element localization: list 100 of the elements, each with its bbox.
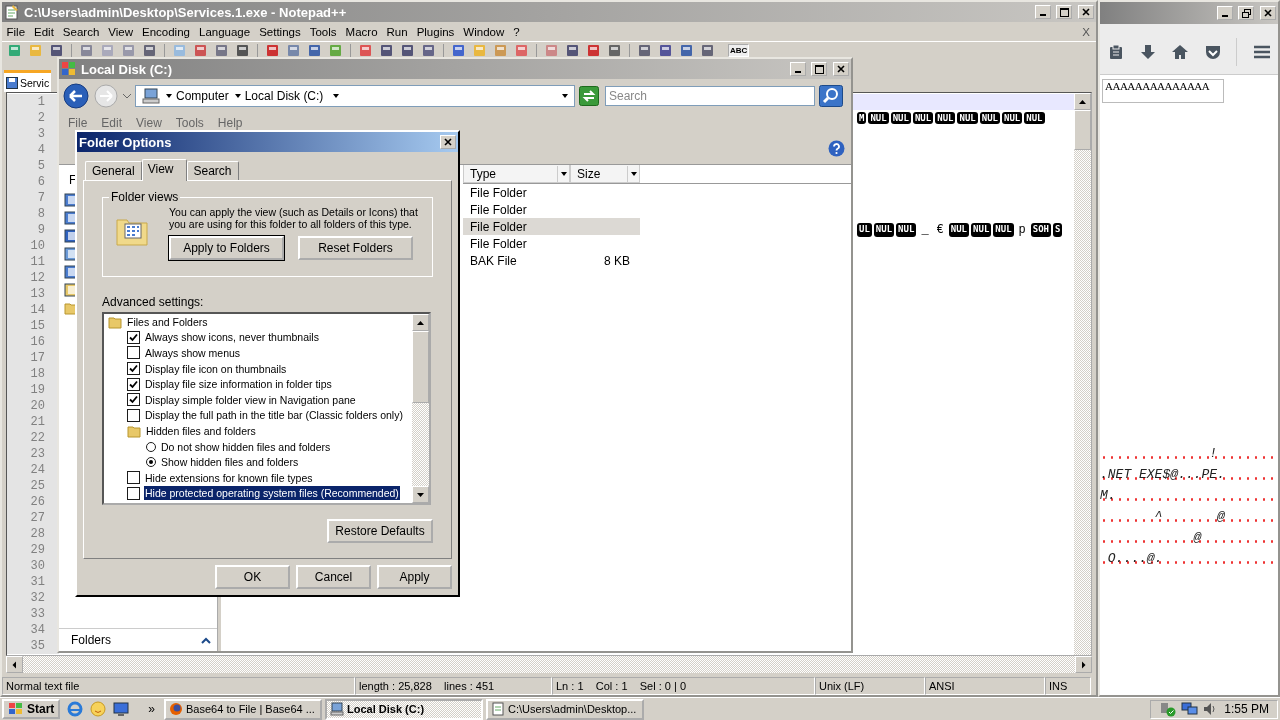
line-number: 4 [7,142,59,158]
menu-item[interactable]: Macro [341,25,383,38]
dialog-button[interactable]: Cancel [296,565,371,589]
setting-label[interactable]: Display file icon on thumbnails [144,361,288,376]
menu-item[interactable]: View [129,115,169,130]
menu-item[interactable]: File [61,115,95,130]
menu-item[interactable]: Tools [305,25,342,38]
menu-item[interactable]: Edit [29,25,59,38]
restore-defaults-button[interactable]: Restore Defaults [327,519,433,543]
spell-check-button[interactable]: ABC [728,44,750,57]
setting-label[interactable]: Display simple folder view in Navigation pane [144,392,357,407]
line-number: 21 [7,414,59,430]
line-number: 23 [7,446,59,462]
text-area[interactable]: AAAAAAAAAAAAAA [1102,79,1224,103]
page-text: O....@. [1106,551,1163,566]
file-row[interactable]: File Folder [463,235,640,252]
taskbar-button[interactable]: Local Disk (C:) [325,698,484,720]
taskbar-button[interactable]: Base64 to File | Base64 ... [164,698,323,720]
file-row[interactable]: File Folder [463,184,640,201]
line-number: 9 [7,222,59,238]
line-number: 6 [7,174,59,190]
setting-label[interactable]: Show hidden files and folders [160,455,300,470]
setting-label[interactable]: Files and Folders [126,314,209,329]
line-number: 11 [7,254,59,270]
control-char-badge: NUL [979,112,1000,124]
control-char-badge: NUL [868,112,889,124]
menu-item[interactable]: Plugins [412,25,459,38]
setting-label[interactable]: Display the full path in the title bar (Classic folders only) [144,408,404,423]
status-text: INS [1045,677,1091,695]
menu-item[interactable]: Settings [254,25,306,38]
setting-label[interactable]: Hide protected operating system files (Recommended) [144,486,400,501]
tab[interactable]: General [85,161,142,180]
menu-item[interactable]: Tools [168,115,211,130]
setting-label[interactable]: Display file size information in folder tips [144,377,333,392]
tab[interactable]: View [141,159,187,181]
menu-item[interactable]: Language [194,25,255,38]
control-char-badge: NUL [1024,112,1045,124]
overflow-chevron[interactable]: » [148,702,156,716]
menu-item[interactable]: Window [458,25,509,38]
file-row[interactable]: File Folder [463,218,640,235]
line-number: 25 [7,478,59,494]
window-title: Local Disk (C:) [81,61,172,77]
line-number: 12 [7,270,59,286]
menu-item[interactable]: Help [210,115,250,130]
tab[interactable]: Search [186,161,239,180]
file-row[interactable]: File Folder [463,201,640,218]
line-number: 34 [7,622,59,638]
code-text: _ [920,223,930,237]
table-cell-text: File Folder [469,236,528,251]
control-char-badge: NUL [948,223,970,237]
setting-label[interactable]: Always show icons, never thumbnails [144,330,320,345]
search-field[interactable]: Search [605,86,815,106]
menu-item[interactable]: View [103,25,138,38]
line-number: 2 [7,110,59,126]
action-button[interactable]: Reset Folders [298,236,413,260]
dialog-button[interactable]: OK [215,565,290,589]
menu-item[interactable]: Run [382,25,413,38]
page-text: M. [1100,488,1116,503]
dialog-button[interactable]: Apply [377,565,452,589]
menu-item[interactable]: File [2,25,30,38]
setting-label[interactable]: Hidden files and folders [145,423,257,438]
menu-item[interactable]: Search [58,25,104,38]
setting-label[interactable]: Do not show hidden files and folders [160,439,332,454]
setting-label[interactable]: Always show menus [144,346,242,360]
folders-label[interactable]: Folders [71,633,111,647]
line-number: 1 [7,94,59,110]
taskbar-button[interactable]: C:\Users\admin\Desktop... [486,698,645,720]
control-char-badge: NUL [912,112,934,124]
menu-item[interactable]: Encoding [137,25,195,38]
column-header[interactable]: Type [463,165,570,183]
start-button[interactable]: Start [2,699,61,719]
line-number: 31 [7,574,59,590]
menu-item[interactable]: Edit [94,115,130,130]
setting-label[interactable]: Hide extensions for known file types [144,470,314,485]
action-button[interactable]: Apply to Folders [169,236,284,260]
line-number: 19 [7,382,59,398]
document-tab[interactable]: Servic [4,70,52,92]
table-cell-text: 8 KB [603,253,630,268]
line-number: 17 [7,350,59,366]
control-char-badge: SOH [1030,223,1052,237]
control-char-badge: NUL [890,112,911,124]
description-text: You can apply the view (such as Details or Icons) that you are using for this folder to all folders of this type. [169,206,419,230]
address-bar[interactable]: Computer Local Disk (C:) [135,85,575,107]
control-char-badge: NUL [993,223,1014,237]
line-number: 7 [7,190,59,206]
line-number: 26 [7,494,59,510]
line-number: 32 [7,590,59,606]
breadcrumb[interactable]: Computer [176,89,229,103]
line-number: 30 [7,558,59,574]
line-number: 20 [7,398,59,414]
column-header[interactable]: Size [570,165,640,183]
line-number: 14 [7,302,59,318]
close-document-button[interactable]: X [1082,25,1096,38]
menu-item[interactable]: ? [508,25,525,38]
status-text: ANSI [925,677,1045,695]
line-number: 28 [7,526,59,542]
line-number: 15 [7,318,59,334]
breadcrumb[interactable]: Local Disk (C:) [244,89,324,103]
file-row[interactable]: BAK File 8 KB [463,252,640,269]
control-char-badge: NUL [957,112,978,124]
